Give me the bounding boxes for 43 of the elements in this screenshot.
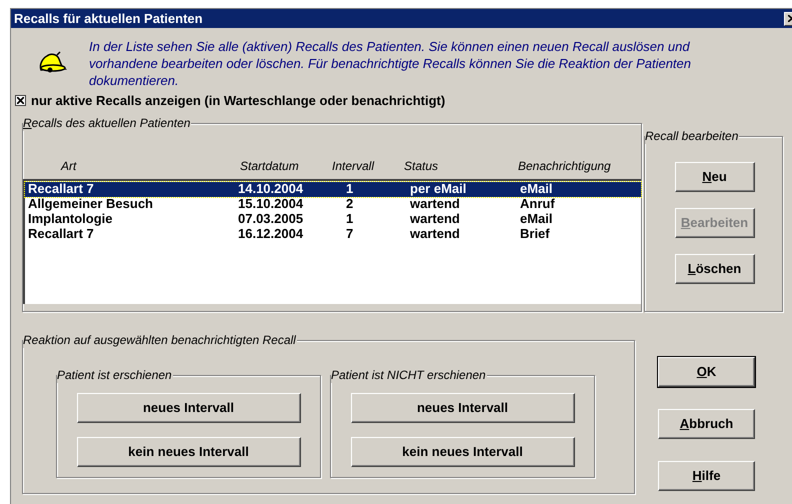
reaction-button[interactable]: kein neues Intervall [350, 436, 574, 466]
column-header: Benachrichtigung [518, 158, 611, 172]
list-cell: eMail [520, 211, 553, 226]
column-header: Status [404, 158, 438, 172]
action-button[interactable]: Neu [674, 162, 754, 192]
list-row[interactable]: Recallart 7 14.10.2004 1 per eMail eMail [25, 182, 641, 196]
list-cell: 1 [346, 181, 354, 196]
action-button[interactable]: Löschen [674, 254, 754, 284]
list-cell: 1 [346, 211, 354, 226]
column-header: Intervall [332, 158, 374, 172]
info-text: In der Liste sehen Sie alle (aktiven) Recalls des Patienten. Sie können einen neuen Recall auslösen und vorhandene bearbeiten oder löschen. Für benachrichtigte Recalls können Sie die Reaktion der Patienten dokumentieren. [89, 38, 692, 89]
reaction-button[interactable]: neues Intervall [76, 392, 300, 422]
column-header: Startdatum [240, 158, 299, 172]
list-cell: Brief [520, 226, 550, 242]
list-row[interactable]: Allgemeiner Besuch 15.10.2004 2 wartend Anruf [25, 196, 641, 212]
list-row[interactable]: Recallart 7 16.12.2004 7 wartend Brief [25, 226, 641, 242]
list-cell: 07.03.2005 [238, 211, 304, 226]
reaction-button[interactable]: neues Intervall [350, 392, 574, 422]
list-row[interactable]: Implantologie 07.03.2005 1 wartend eMail [25, 212, 641, 226]
list-cell: per eMail [410, 181, 466, 196]
dialog-button[interactable]: Hilfe [658, 460, 755, 490]
list-cell: Recallart 7 [28, 226, 94, 242]
checkbox-label[interactable]: nur aktive Recalls anzeigen (in Warteschlange oder benachrichtigt) [31, 91, 446, 110]
list-cell: wartend [410, 226, 460, 242]
checkbox[interactable] [15, 95, 26, 106]
list-cell: wartend [410, 211, 460, 226]
list-cell: Implantologie [28, 211, 112, 226]
reaction-button[interactable]: kein neues Intervall [76, 436, 300, 466]
list-cell: 2 [346, 196, 354, 212]
list-cell: Allgemeiner Besuch [28, 196, 153, 212]
list-cell: 16.12.2004 [238, 226, 304, 242]
dialog-button[interactable]: OK [658, 356, 755, 386]
list-cell: wartend [410, 196, 460, 212]
dialog-button[interactable]: Abbruch [658, 408, 755, 438]
recall-list[interactable]: Recallart 7 14.10.2004 1 per eMail eMail Allgemeiner Besuch 15.10.2004 2 wartend Anruf Implantologie 07.03.2005 1 wartend eMail Recallart 7 16.12.2004 7 wartend Brief [23, 178, 641, 304]
list-cell: 15.10.2004 [238, 196, 304, 212]
list-cell: 14.10.2004 [238, 181, 304, 196]
list-cell: Recallart 7 [28, 181, 94, 196]
list-cell: 7 [346, 226, 354, 242]
list-cell: eMail [520, 181, 553, 196]
column-header: Art [61, 158, 76, 172]
window-title: Recalls für aktuellen Patienten [14, 10, 203, 28]
list-cell: Anruf [520, 196, 555, 212]
